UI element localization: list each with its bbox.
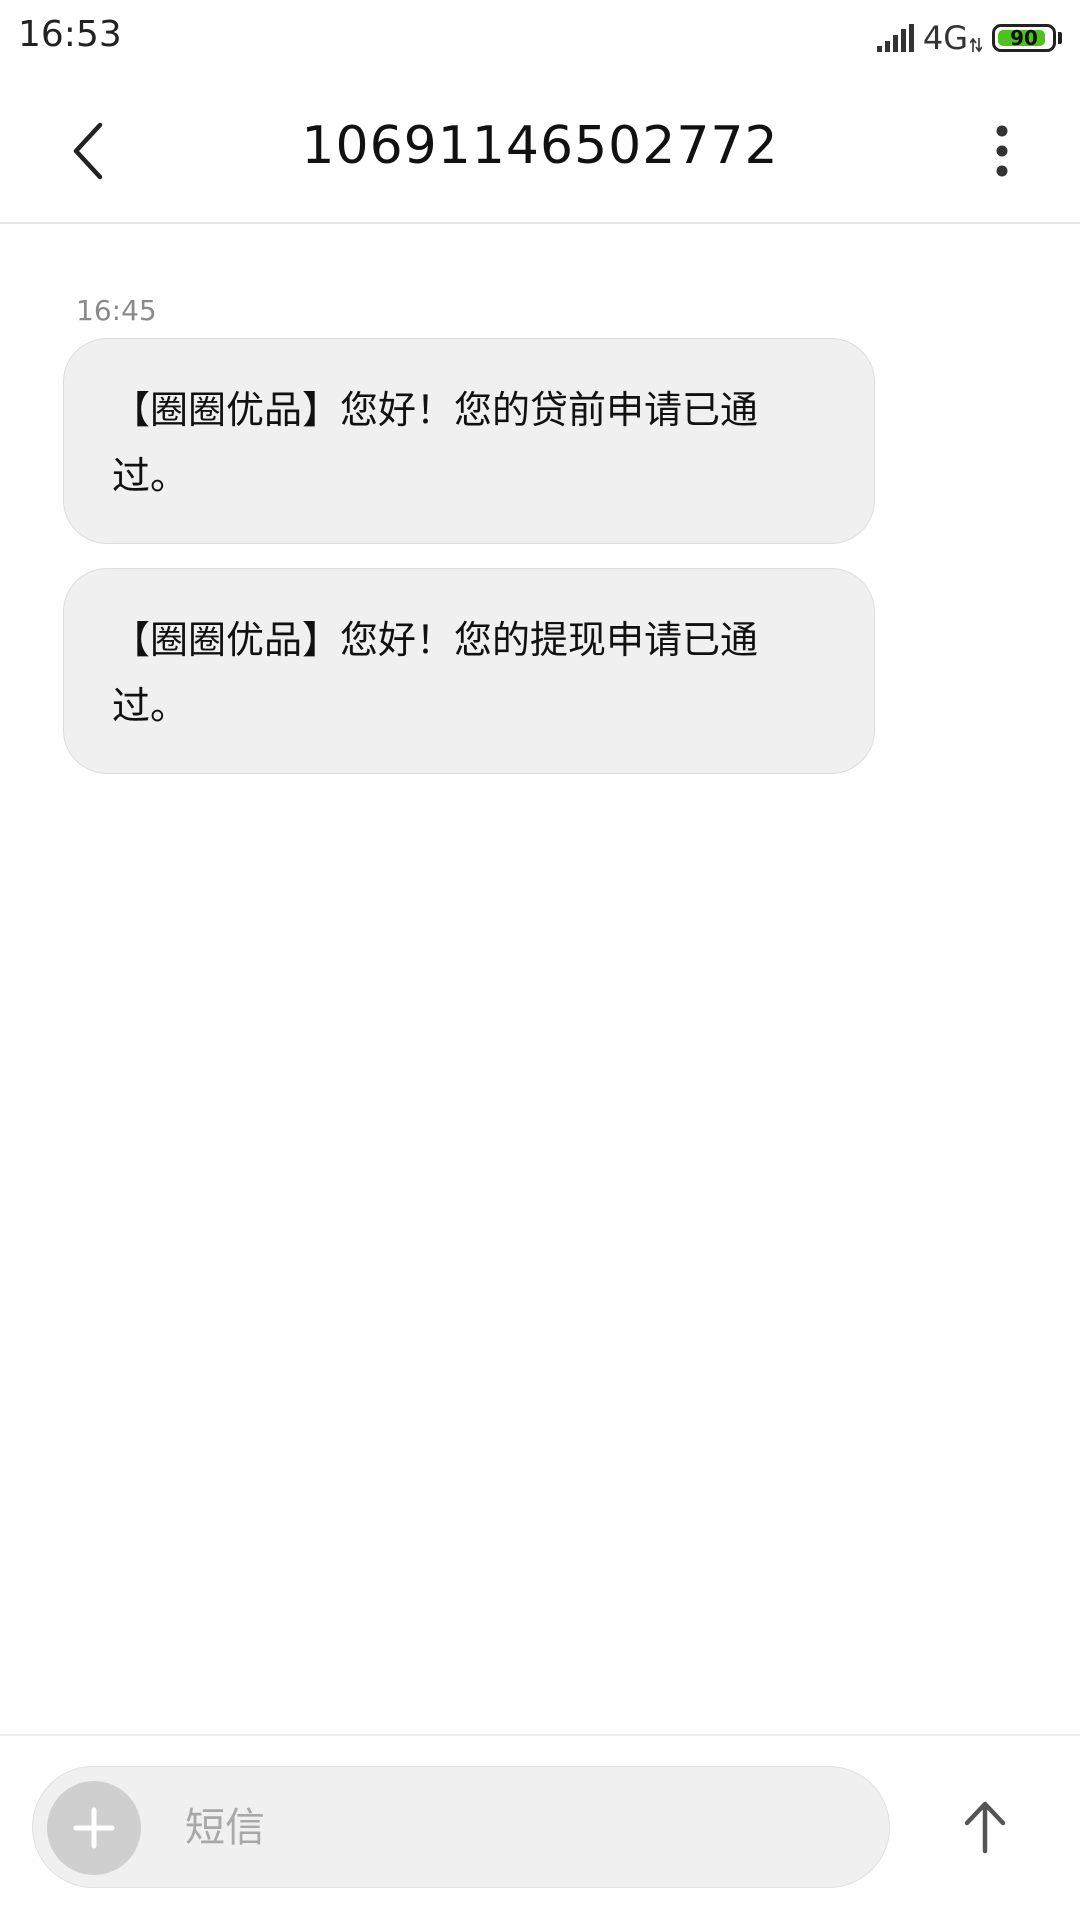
compose-divider <box>0 1734 1080 1736</box>
status-time: 16:53 <box>18 14 122 55</box>
message-input[interactable] <box>183 1789 867 1867</box>
sms-conversation-screen: 16:53 4G 90 10691146502772 16:45 【圈圈优品】您… <box>0 0 1080 1920</box>
back-button[interactable] <box>48 106 128 196</box>
data-arrows-icon <box>970 37 982 53</box>
signal-icon <box>876 24 914 52</box>
battery-icon: 90 <box>992 24 1056 52</box>
message-bubble[interactable]: 【圈圈优品】您好！您的提现申请已通过。 <box>63 568 875 774</box>
status-bar: 16:53 4G 90 <box>0 0 1080 76</box>
back-arrow-icon <box>73 122 103 180</box>
battery-cap <box>1058 32 1062 44</box>
more-options-button[interactable] <box>972 106 1032 196</box>
message-timestamp: 16:45 <box>76 294 157 327</box>
network-type-label: 4G <box>922 19 968 57</box>
compose-bar <box>32 1766 890 1888</box>
send-arrow-up-icon <box>964 1801 1006 1854</box>
contact-number-title: 10691146502772 <box>301 116 779 176</box>
send-button[interactable] <box>940 1782 1030 1872</box>
attach-button[interactable] <box>47 1781 141 1875</box>
status-indicators: 4G 90 <box>876 18 1062 58</box>
message-bubble[interactable]: 【圈圈优品】您好！您的贷前申请已通过。 <box>63 338 875 544</box>
conversation-header: 10691146502772 <box>0 76 1080 224</box>
message-list[interactable]: 16:45 【圈圈优品】您好！您的贷前申请已通过。 【圈圈优品】您好！您的提现申… <box>0 226 1080 1734</box>
more-vertical-icon <box>996 125 1008 177</box>
battery-level: 90 <box>1010 26 1038 50</box>
plus-icon <box>73 1807 115 1849</box>
